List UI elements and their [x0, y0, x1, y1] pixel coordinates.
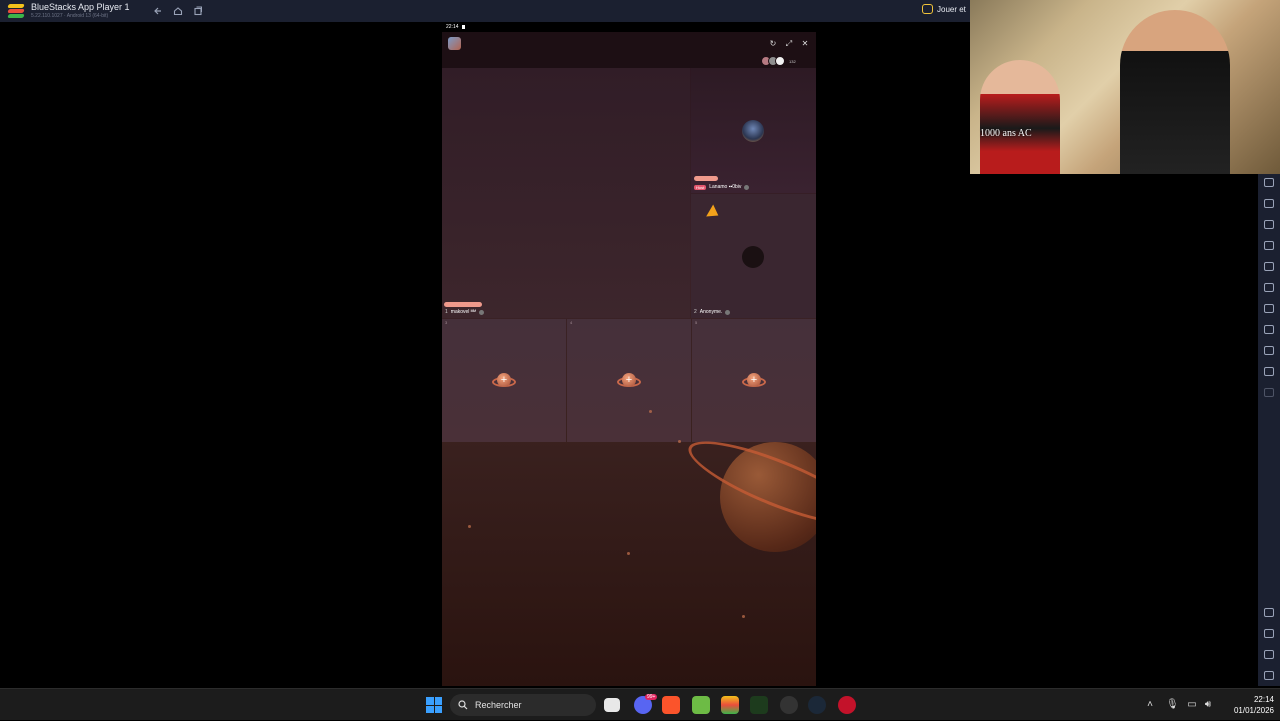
expand-icon[interactable]: ⤢ — [784, 39, 794, 49]
status-time: 22:14 — [446, 24, 459, 30]
settings-gear-icon[interactable] — [1264, 608, 1274, 617]
spark-decoration — [468, 525, 471, 528]
webcam-caption: 1000 ans AC — [980, 128, 1032, 139]
mic-icon — [478, 309, 484, 315]
viewer-avatar — [775, 56, 785, 66]
notification-dot-icon — [461, 25, 465, 29]
brave-browser-icon[interactable] — [662, 696, 680, 714]
spark-decoration — [678, 440, 681, 443]
airplane-mode-icon[interactable] — [1264, 262, 1274, 271]
window-version: 5.22.110.1027 · Android 13 (64-bit) — [31, 13, 109, 19]
plus-icon: + — [497, 373, 511, 387]
recent-apps-icon[interactable] — [190, 3, 206, 19]
spark-decoration — [649, 410, 652, 413]
spark-decoration — [627, 552, 630, 555]
home-icon[interactable] — [170, 3, 186, 19]
seat-1-label: 1 makovel ᴹᴹ — [445, 309, 484, 315]
record-icon[interactable] — [1264, 220, 1274, 229]
webcam-person-left — [980, 60, 1060, 174]
more-icon[interactable] — [1264, 388, 1274, 397]
host-badge: Host — [694, 184, 707, 190]
coin-icon — [922, 4, 933, 14]
add-seat-5-button[interactable]: + — [742, 373, 766, 389]
room-avatar[interactable] — [448, 37, 461, 50]
seat-1-name: makovel ᴹᴹ — [450, 309, 476, 315]
seat-tag-pill — [444, 302, 482, 307]
taskbar-clock[interactable]: 22:14 01/01/2026 — [1222, 694, 1274, 716]
play-and-earn-button[interactable]: Jouer et — [922, 4, 966, 14]
macro-icon[interactable] — [1264, 367, 1274, 376]
windows-start-icon[interactable] — [426, 697, 442, 713]
plus-icon: + — [622, 373, 636, 387]
keyboard-controls-icon[interactable] — [1264, 178, 1274, 187]
location-icon[interactable] — [1264, 325, 1274, 334]
volume-icon[interactable]: 🔊︎ — [1202, 699, 1214, 711]
recent-apps-icon[interactable] — [1264, 671, 1274, 680]
media-player-icon[interactable] — [750, 696, 768, 714]
refresh-icon[interactable]: ↻ — [768, 39, 778, 49]
main-seat[interactable] — [442, 68, 690, 318]
host-name: Lanamo ▪▪0biv — [709, 184, 742, 190]
chevron-up-icon[interactable]: ˄ — [1144, 699, 1156, 711]
display-icon[interactable]: ▭ — [1186, 699, 1198, 711]
plus-icon: + — [747, 373, 761, 387]
host-tag-pill — [694, 176, 718, 181]
seat-3-index: 3 — [445, 320, 448, 325]
spark-decoration — [742, 615, 745, 618]
room-header: ↻ ⤢ ✕ 132 — [442, 32, 816, 68]
microphone-icon[interactable]: 🎙︎ — [1166, 699, 1179, 711]
taskbar-search-box[interactable]: Rechercher — [450, 694, 596, 716]
mic-icon — [725, 309, 731, 315]
home-icon[interactable] — [1264, 650, 1274, 659]
webcam-overlay: 1000 ans AC — [970, 0, 1280, 174]
search-placeholder: Rechercher — [475, 700, 522, 710]
layers-icon[interactable] — [1264, 346, 1274, 355]
viewer-count: 132 — [789, 58, 796, 64]
file-explorer-icon[interactable] — [604, 698, 620, 712]
add-seat-3-button[interactable]: + — [492, 373, 516, 389]
media-folder-icon[interactable] — [1264, 241, 1274, 250]
taskbar-time: 22:14 — [1253, 695, 1274, 704]
close-icon[interactable]: ✕ — [800, 39, 810, 49]
add-seat-4-button[interactable]: + — [617, 373, 641, 389]
seat-5-index: 5 — [695, 320, 698, 325]
taskbar-date: 01/01/2026 — [1233, 706, 1274, 715]
screenshot-icon[interactable] — [1264, 199, 1274, 208]
webcam-person-right — [1120, 10, 1230, 174]
rotate-icon[interactable] — [1264, 283, 1274, 292]
discord-notification-badge: 99+ — [645, 694, 658, 700]
windows-taskbar: Rechercher 99+ ˄ 🎙︎ ▭ 🔊︎ 22:14 01/01/202… — [0, 688, 1280, 720]
bluestacks-sidebar — [1258, 174, 1280, 686]
seat-2-name: Anonyme. — [699, 309, 723, 315]
steam-icon[interactable] — [808, 696, 826, 714]
window-title: BlueStacks App Player 1 — [31, 2, 130, 12]
seat-4-index: 4 — [570, 320, 573, 325]
bluestacks-taskbar-icon[interactable] — [721, 696, 739, 714]
android-status-bar: 22:14 — [442, 22, 816, 32]
mic-icon — [744, 184, 750, 190]
red-play-app-icon[interactable] — [838, 696, 856, 714]
android-screen[interactable]: 22:14 ↻ ⤢ ✕ 132 1 makovel ᴹᴹ Host Lanamo… — [442, 22, 816, 686]
viewer-list[interactable]: 132 — [761, 56, 796, 66]
eco-mode-icon[interactable] — [1264, 304, 1274, 313]
bluestacks-logo-icon — [7, 4, 25, 18]
play-and-earn-label: Jouer et — [937, 4, 966, 14]
green-app-icon[interactable] — [692, 696, 710, 714]
seat-2-label: 2 Anonyme. — [694, 309, 731, 315]
window-title-block: BlueStacks App Player 1 5.22.110.1027 · … — [31, 3, 130, 19]
back-arrow-icon[interactable] — [150, 3, 166, 19]
anonymous-avatar[interactable] — [742, 246, 764, 268]
back-icon[interactable] — [1264, 629, 1274, 638]
search-icon — [458, 700, 468, 710]
host-avatar[interactable] — [742, 120, 764, 142]
clock-app-icon[interactable] — [780, 696, 798, 714]
host-seat-label: Host Lanamo ▪▪0biv — [694, 184, 750, 190]
system-tray: ˄ 🎙︎ ▭ 🔊︎ — [1144, 689, 1214, 721]
